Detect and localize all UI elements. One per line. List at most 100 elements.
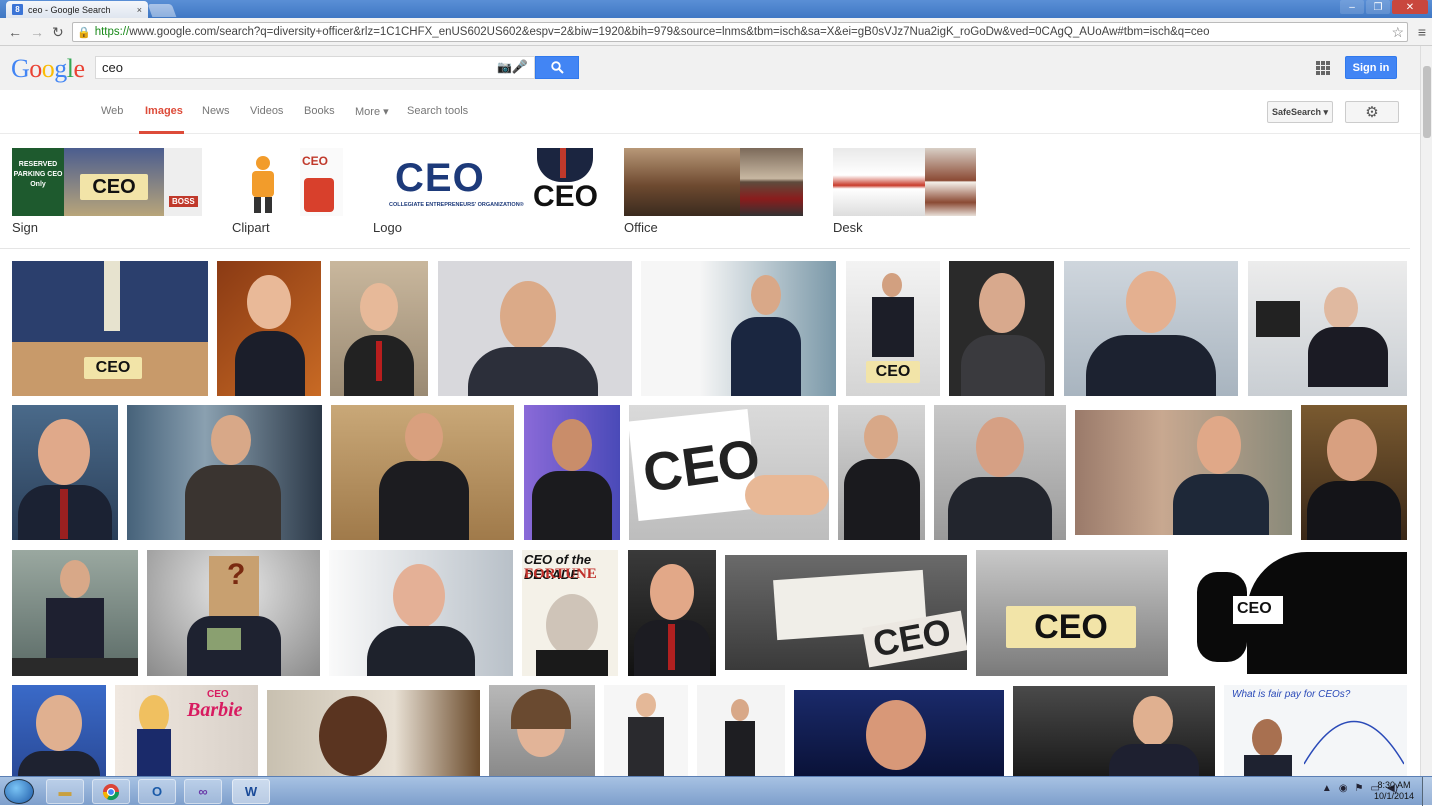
tab-more[interactable]: More ▾ xyxy=(355,105,389,118)
related-chip-logo[interactable]: CEO COLLEGIATE ENTREPRENEURS' ORGANIZATI… xyxy=(373,148,598,235)
show-desktop-button[interactable] xyxy=(1422,777,1432,806)
image-result[interactable] xyxy=(12,685,106,776)
ceo-desk-sign-text: CEO xyxy=(866,361,920,383)
chrome-menu-icon[interactable]: ≡ xyxy=(1418,24,1426,40)
address-bar[interactable]: 🔒 https://www.google.com/search?q=divers… xyxy=(72,22,1408,42)
outlook-icon[interactable]: O xyxy=(138,779,176,804)
whiteboard-text: What is fair pay for CEOs? xyxy=(1232,689,1351,700)
microphone-icon[interactable]: 🎤 xyxy=(512,59,528,75)
vertical-scrollbar[interactable] xyxy=(1420,46,1432,776)
browser-tab[interactable]: 8 ceo - Google Search × xyxy=(6,1,148,18)
tab-images[interactable]: Images xyxy=(145,105,183,117)
lock-icon: 🔒 xyxy=(77,26,91,39)
image-result[interactable] xyxy=(794,690,1004,776)
logo-letter: e xyxy=(73,54,86,83)
image-result[interactable] xyxy=(329,550,513,676)
related-chip-clipart[interactable]: CEO Clipart xyxy=(232,148,343,235)
image-result[interactable]: CEO xyxy=(725,555,967,670)
restore-icon[interactable]: ❐ xyxy=(1366,0,1390,14)
image-result[interactable]: What is fair pay for CEOs? xyxy=(1224,685,1407,776)
image-result[interactable]: CEO xyxy=(1177,552,1407,674)
forward-arrow-icon[interactable]: → xyxy=(30,24,44,40)
google-logo[interactable]: Google xyxy=(11,54,85,84)
image-result[interactable] xyxy=(628,550,716,676)
chip-thumb xyxy=(232,148,300,216)
image-result[interactable] xyxy=(1248,261,1407,396)
search-icon xyxy=(550,61,564,74)
image-result[interactable] xyxy=(1064,261,1238,396)
reload-icon[interactable]: ↻ xyxy=(52,24,64,41)
word-icon[interactable]: W xyxy=(232,779,270,804)
system-clock[interactable]: 8:30 AM 10/1/2014 xyxy=(1374,780,1414,802)
tray-chevron-icon[interactable]: ▲ xyxy=(1322,783,1332,794)
image-result[interactable] xyxy=(1013,686,1215,776)
image-result[interactable]: CEO xyxy=(846,261,940,396)
tab-news[interactable]: News xyxy=(202,105,230,117)
search-input[interactable]: ceo 📷 🎤 xyxy=(95,56,535,79)
related-chip-office[interactable]: Office xyxy=(624,148,803,235)
scrollbar-thumb[interactable] xyxy=(1423,66,1431,138)
logo-ceo-text: CEO xyxy=(395,156,485,200)
tab-books[interactable]: Books xyxy=(304,105,335,117)
image-result[interactable] xyxy=(1301,405,1407,540)
windows-taskbar: ▬ O ∞ W ▲ ◉ ⚑ ▭ ◀) 8:30 AM 10/1/2014 xyxy=(0,776,1432,806)
tab-videos[interactable]: Videos xyxy=(250,105,283,117)
related-chip-sign[interactable]: RESERVED PARKING CEO Only CEO BOSS Sign xyxy=(12,148,202,235)
image-result[interactable] xyxy=(1075,410,1292,535)
visual-studio-icon[interactable]: ∞ xyxy=(184,779,222,804)
search-query: ceo xyxy=(102,60,123,75)
image-result[interactable]: CEO xyxy=(629,405,829,540)
image-result[interactable] xyxy=(12,405,118,540)
start-button[interactable] xyxy=(4,779,34,804)
chrome-icon[interactable] xyxy=(92,779,130,804)
image-result[interactable]: CEO xyxy=(976,550,1168,676)
safesearch-dropdown[interactable]: SafeSearch ▾ xyxy=(1267,101,1333,123)
image-result[interactable]: CEO xyxy=(12,261,208,396)
apps-grid-icon[interactable] xyxy=(1316,61,1330,75)
related-chip-desk[interactable]: Desk xyxy=(833,148,976,235)
image-result[interactable] xyxy=(604,685,688,776)
image-result[interactable] xyxy=(438,261,632,396)
tab-web[interactable]: Web xyxy=(101,105,123,117)
logo-subtitle: COLLEGIATE ENTREPRENEURS' ORGANIZATION® xyxy=(389,202,524,208)
url-text: www.google.com/search?q=diversity+office… xyxy=(129,26,1210,38)
chip-thumb: BOSS xyxy=(164,148,202,216)
close-window-icon[interactable]: ✕ xyxy=(1392,0,1428,14)
image-result[interactable]: ? xyxy=(147,550,320,676)
file-explorer-icon[interactable]: ▬ xyxy=(46,779,84,804)
image-result[interactable] xyxy=(489,685,595,776)
image-result[interactable]: CEO of the DECADE FORTUNE xyxy=(522,550,618,676)
image-result[interactable] xyxy=(524,405,620,540)
image-result[interactable] xyxy=(127,405,322,540)
minimize-icon[interactable]: – xyxy=(1340,0,1364,14)
image-result[interactable] xyxy=(330,261,428,396)
image-result[interactable] xyxy=(949,261,1054,396)
image-result[interactable] xyxy=(641,261,836,396)
chip-thumb: CEO xyxy=(64,148,164,216)
image-result[interactable] xyxy=(267,690,480,776)
image-result[interactable] xyxy=(217,261,321,396)
back-arrow-icon[interactable]: ← xyxy=(8,24,22,40)
question-mark-text: ? xyxy=(227,558,246,591)
image-result[interactable] xyxy=(934,405,1066,540)
tray-network-globe-icon[interactable]: ◉ xyxy=(1339,783,1348,794)
image-result[interactable] xyxy=(838,405,925,540)
bookmark-star-icon[interactable]: ☆ xyxy=(1391,24,1404,41)
ceo-desk-sign-text: CEO xyxy=(84,357,142,379)
tab-search-tools[interactable]: Search tools xyxy=(407,105,468,117)
tray-flag-icon[interactable]: ⚑ xyxy=(1355,783,1364,794)
search-button[interactable] xyxy=(535,56,579,79)
image-result[interactable] xyxy=(12,550,138,676)
ceo-card-text: CEO xyxy=(1237,600,1272,617)
settings-gear-icon[interactable]: ⚙ xyxy=(1345,101,1399,123)
image-result[interactable] xyxy=(697,685,785,776)
camera-icon[interactable]: 📷 xyxy=(497,60,512,74)
chip-thumb xyxy=(833,148,925,216)
new-tab-button[interactable] xyxy=(147,4,177,17)
image-result[interactable] xyxy=(331,405,514,540)
image-result[interactable]: CEO Barbie xyxy=(115,685,258,776)
tab-close-icon[interactable]: × xyxy=(137,5,142,15)
clock-date: 10/1/2014 xyxy=(1373,791,1414,801)
sign-in-button[interactable]: Sign in xyxy=(1345,56,1397,79)
chip-thumb xyxy=(740,148,803,216)
